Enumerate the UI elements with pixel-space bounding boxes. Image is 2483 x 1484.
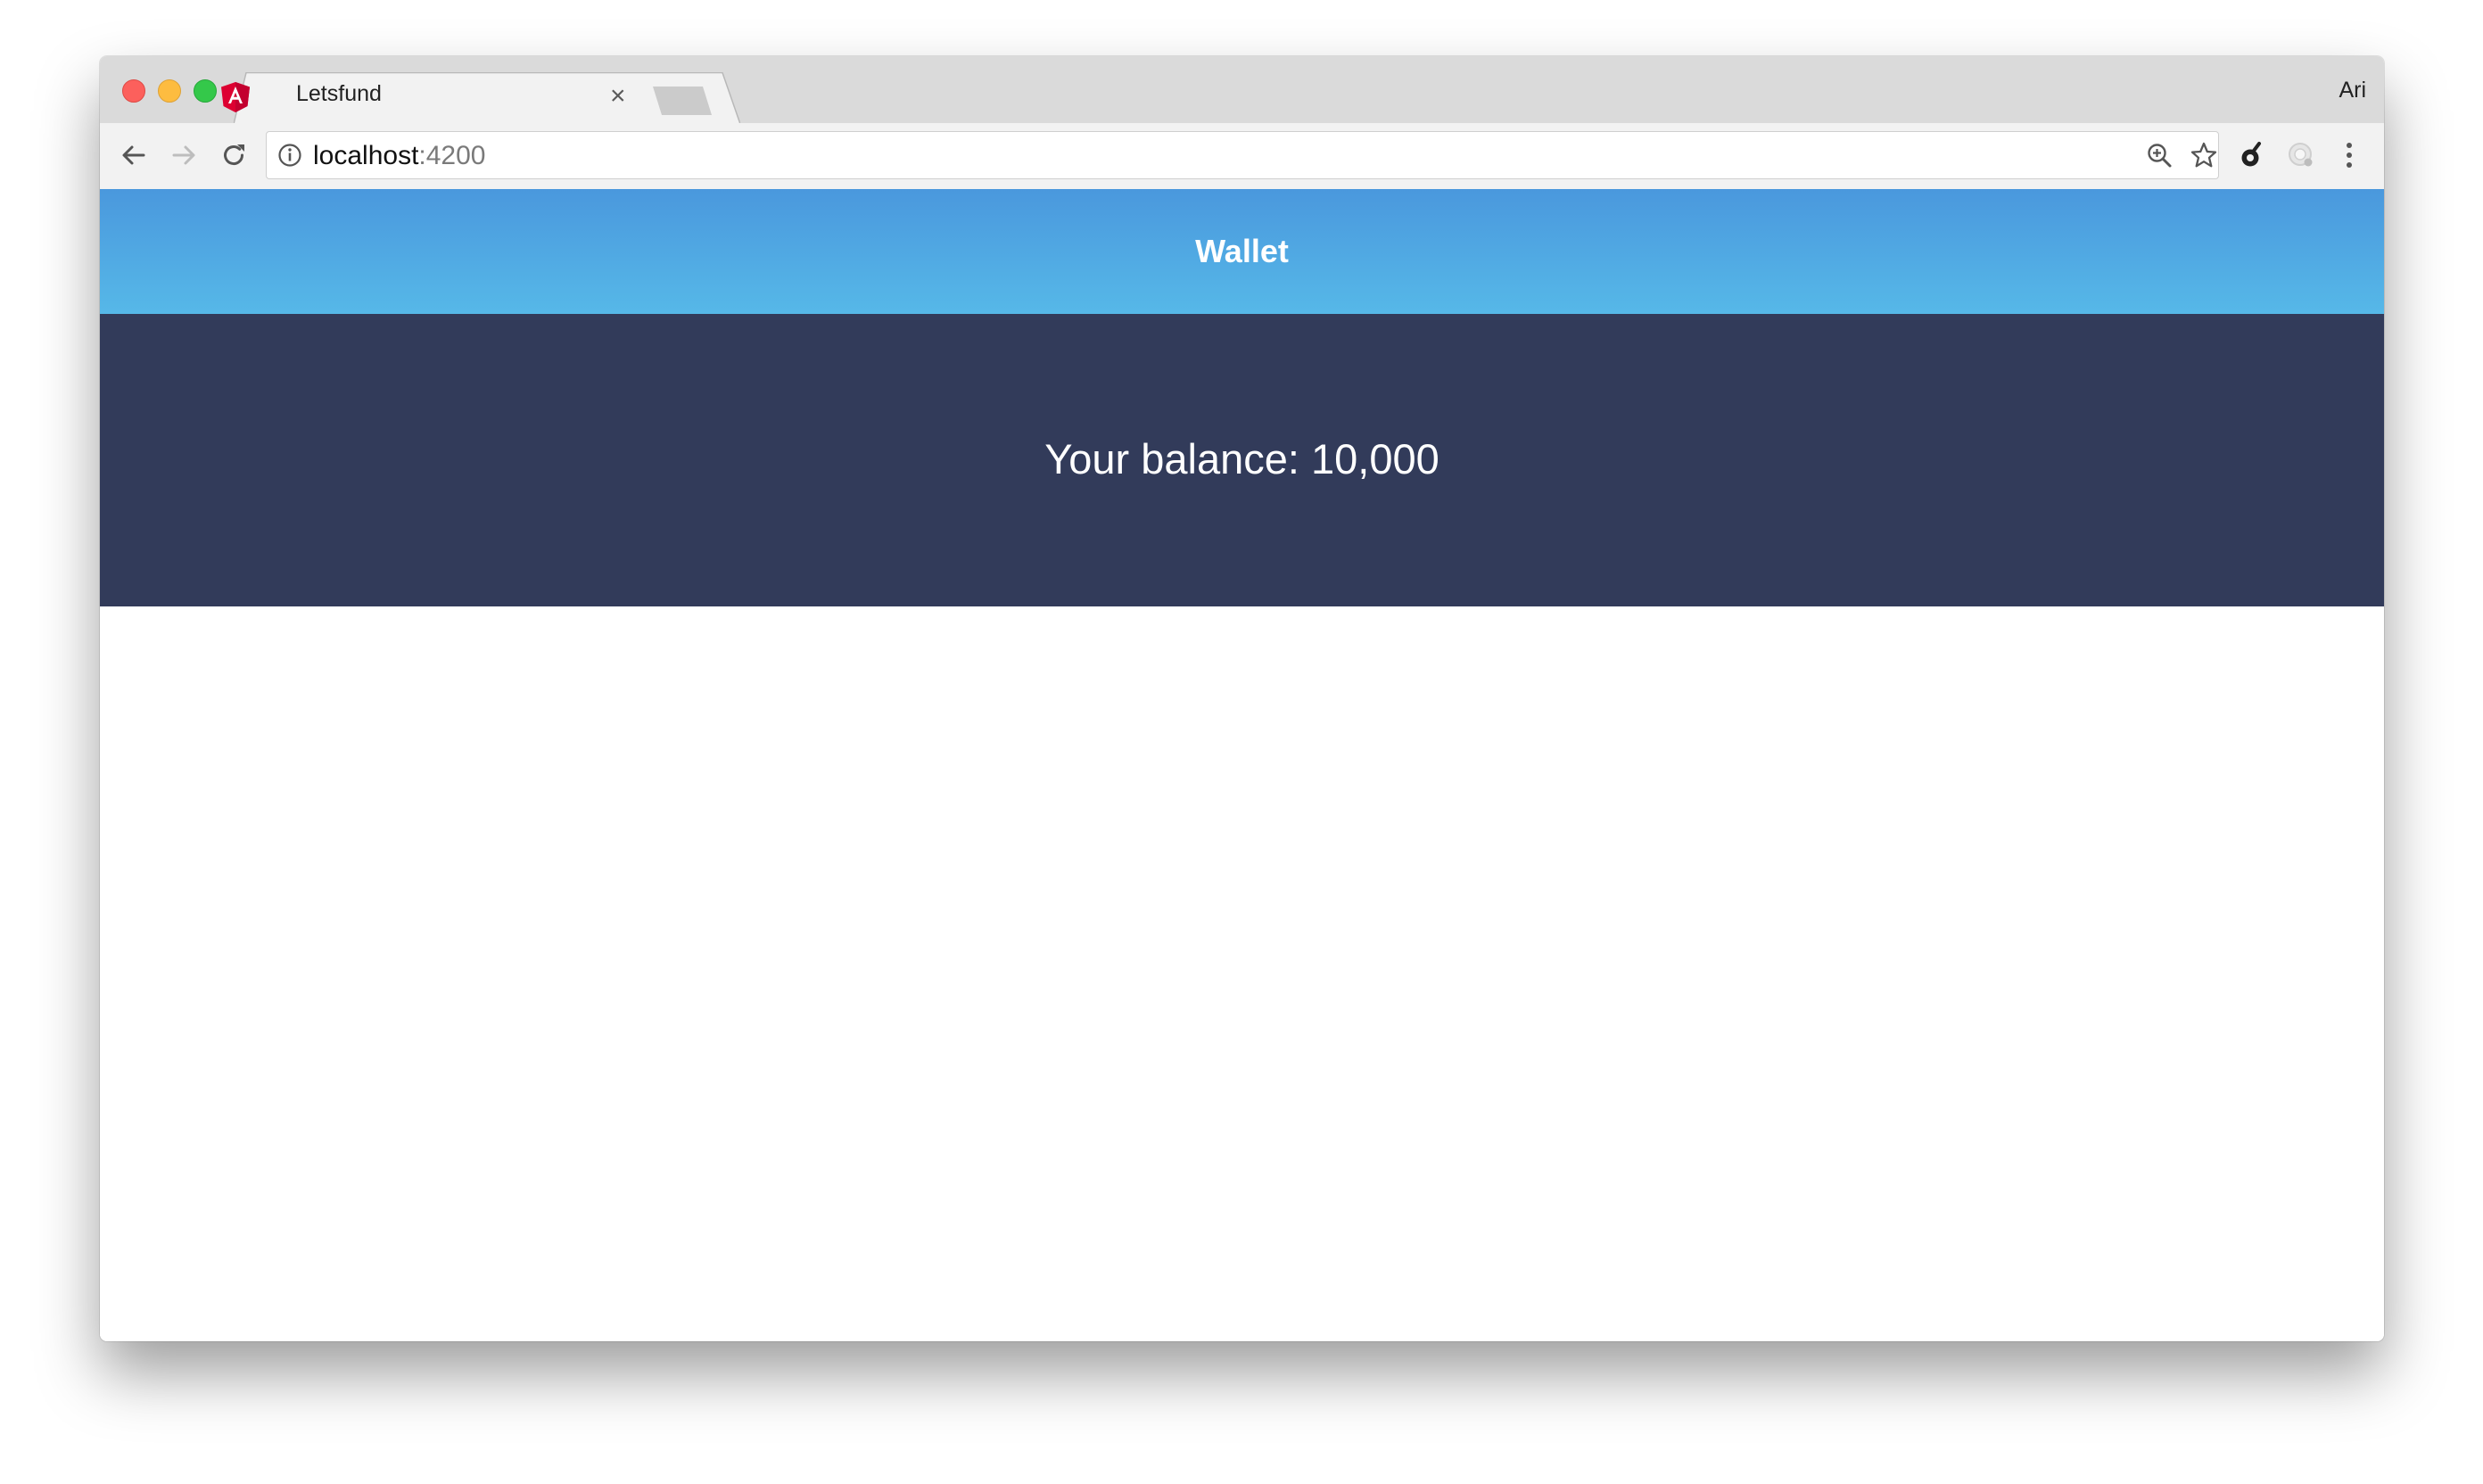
menu-button[interactable]: [2333, 139, 2365, 171]
extension-icon: [2241, 142, 2261, 167]
balance-value: 10,000: [1311, 435, 1439, 482]
forward-button[interactable]: [164, 136, 203, 175]
zoom-button[interactable]: [2143, 139, 2175, 171]
balance-label: Your balance:: [1044, 435, 1311, 482]
profile-name[interactable]: Ari: [2339, 78, 2366, 103]
zoom-window-button[interactable]: [194, 79, 217, 103]
tab-strip: Letsfund × Ari: [100, 56, 2384, 124]
menu-kebab-icon: [2347, 143, 2352, 168]
browser-window: Letsfund × Ari localhost:4200 Wallet You…: [100, 56, 2384, 1341]
balance-display: Your balance: 10,000: [100, 314, 2384, 606]
forward-arrow-icon: [172, 145, 195, 165]
profile-extension-button[interactable]: [2285, 139, 2317, 171]
reload-button[interactable]: [214, 136, 253, 175]
star-icon: [2190, 142, 2217, 168]
balance-panel: Your balance: 10,000: [100, 314, 2384, 606]
extension-button[interactable]: [2235, 139, 2267, 171]
tab-close-button[interactable]: ×: [610, 83, 626, 110]
url-text[interactable]: localhost:4200: [313, 141, 485, 171]
back-arrow-icon: [122, 145, 145, 165]
url-port: :4200: [418, 141, 486, 170]
reload-icon: [224, 144, 244, 166]
zoom-icon: [2148, 144, 2172, 168]
app-header: Wallet: [100, 189, 2384, 314]
close-window-button[interactable]: [122, 79, 145, 103]
angular-logo-icon: [221, 82, 250, 112]
page-title: Wallet: [1195, 233, 1289, 269]
info-icon[interactable]: [277, 143, 302, 168]
minimize-window-button[interactable]: [158, 79, 181, 103]
profile-extension-icon: [2289, 143, 2313, 167]
bookmark-button[interactable]: [2188, 139, 2220, 171]
page-content: Wallet Your balance: 10,000: [100, 189, 2384, 1341]
tab-title: Letsfund: [296, 81, 382, 106]
address-bar[interactable]: localhost:4200: [266, 131, 2219, 179]
new-tab-button[interactable]: [653, 87, 712, 115]
browser-toolbar: localhost:4200: [100, 123, 2384, 190]
back-button[interactable]: [114, 136, 153, 175]
url-host: localhost: [313, 141, 419, 170]
